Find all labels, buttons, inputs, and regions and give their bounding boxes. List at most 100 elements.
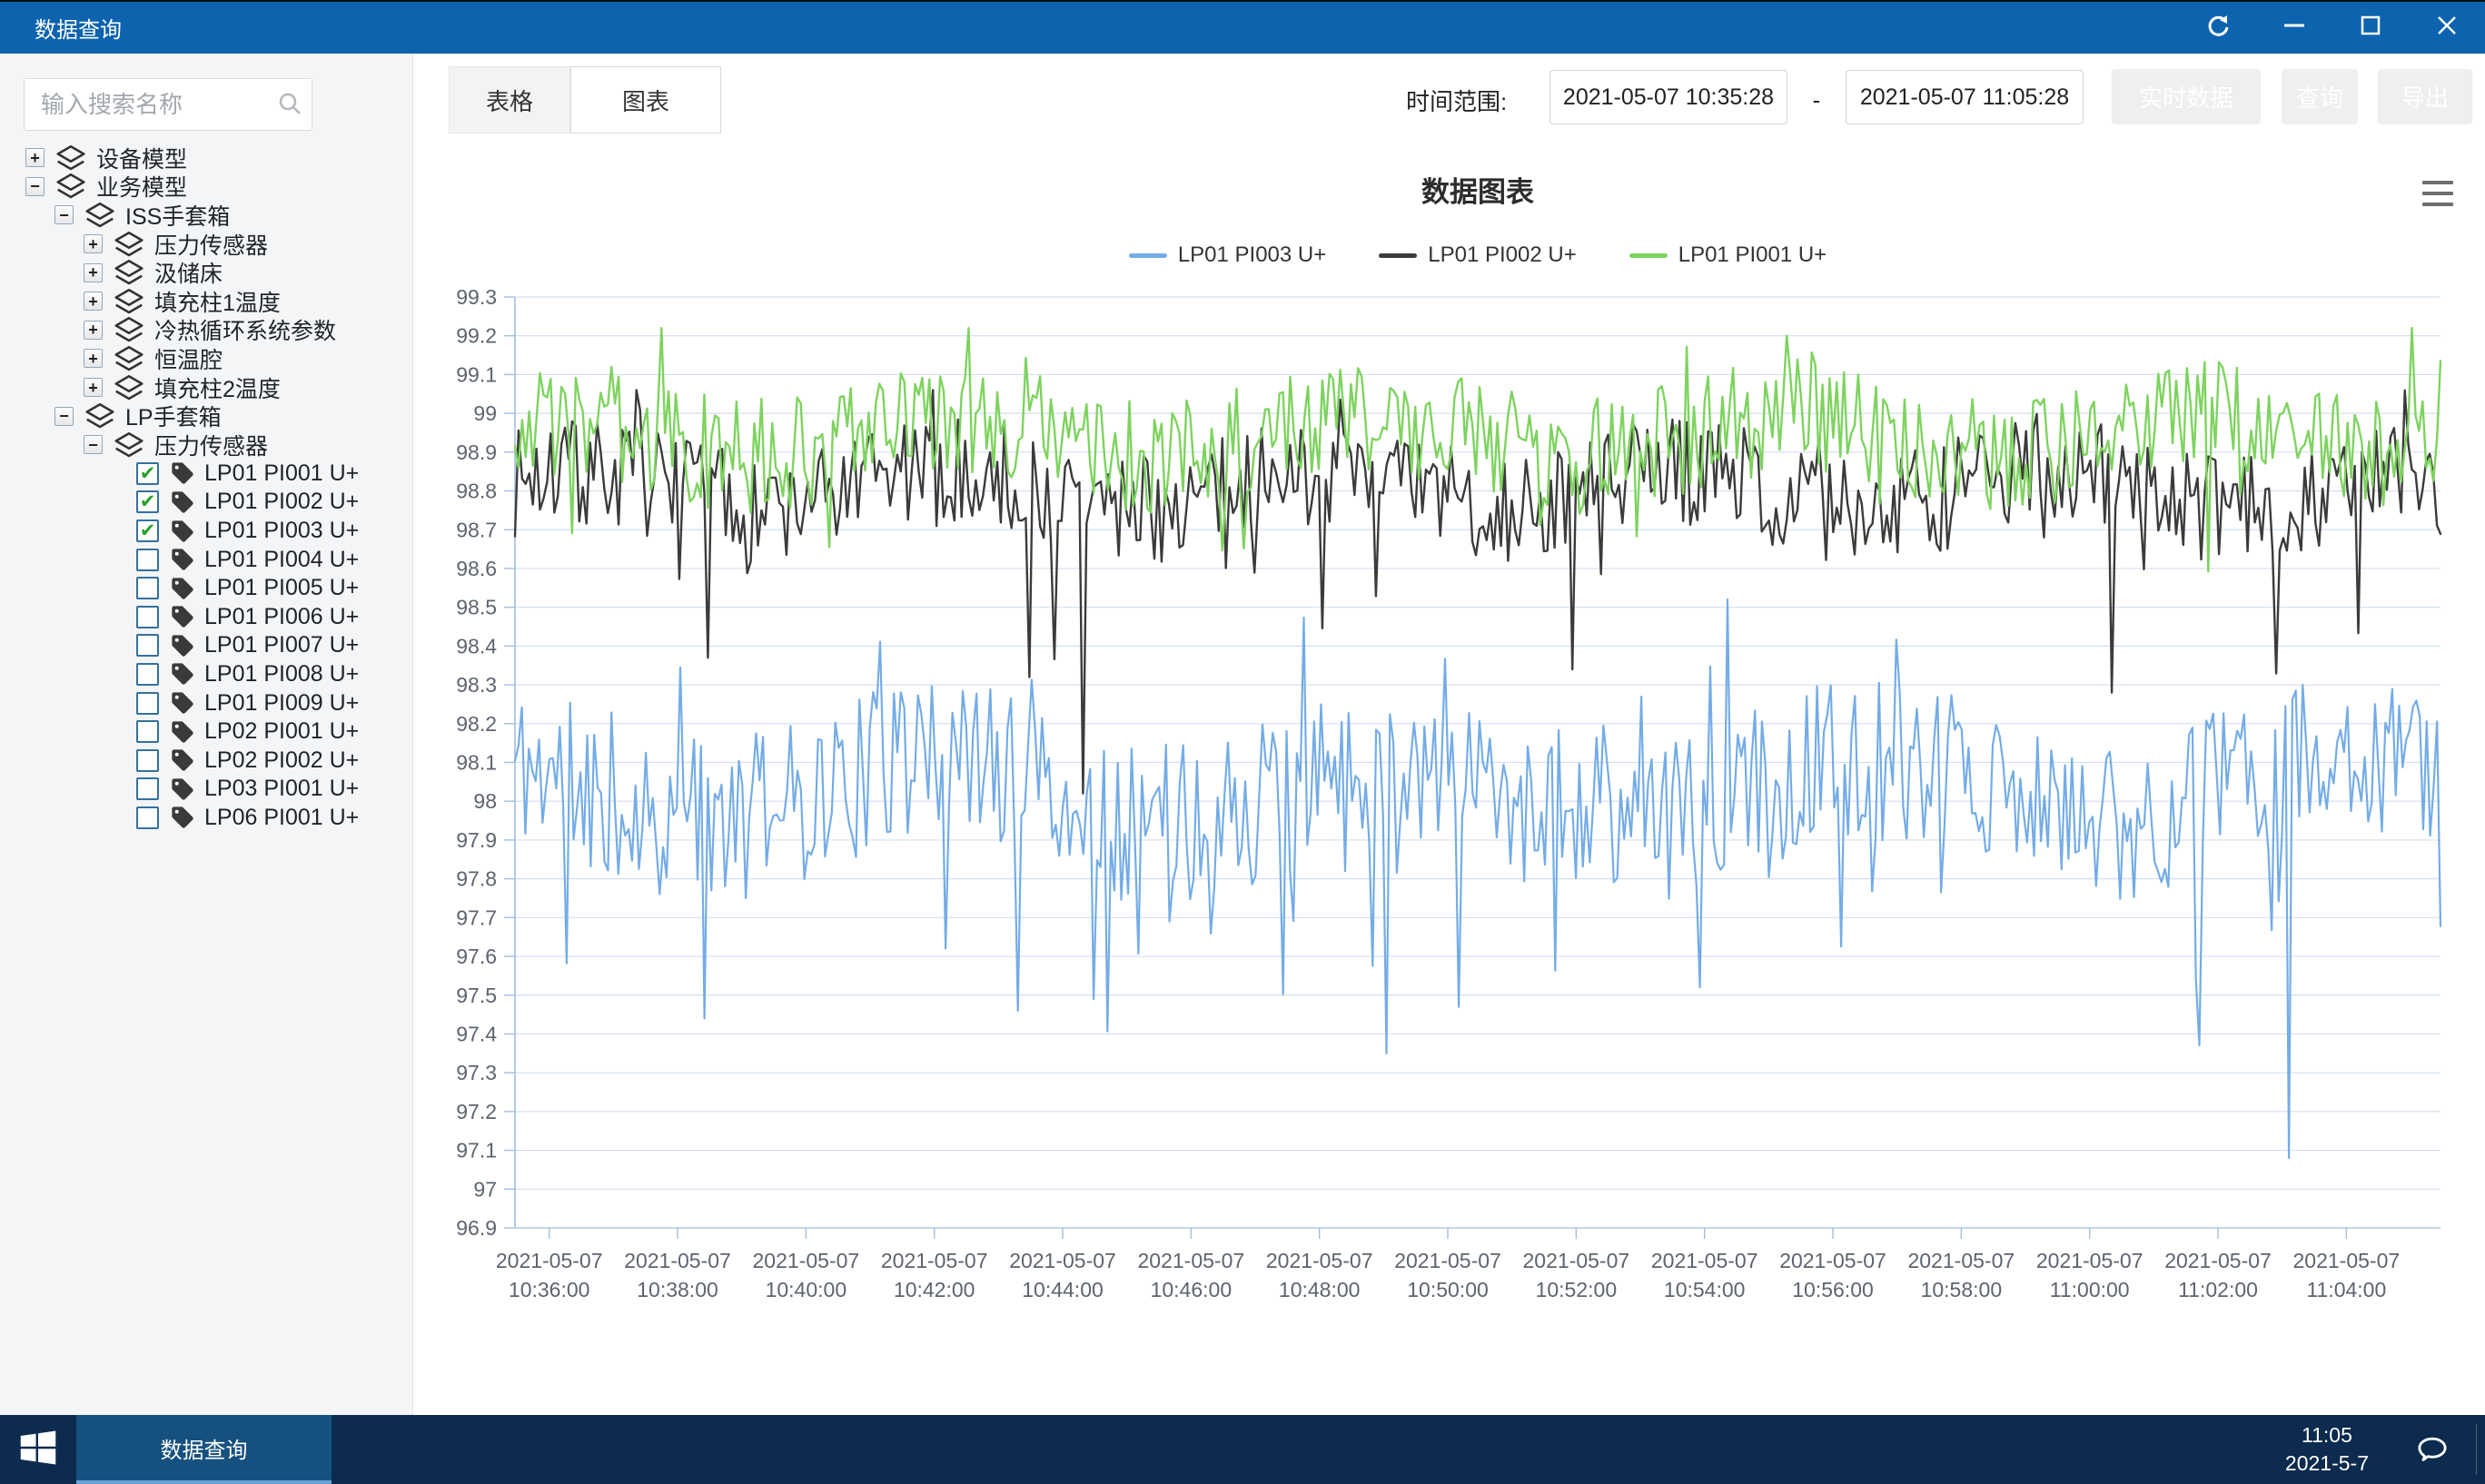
leaf-checkbox[interactable]: ✔ — [136, 490, 159, 513]
layers-icon — [113, 431, 145, 459]
tree-leaf-item[interactable]: LP02 PI002 U+ — [0, 746, 412, 775]
maximize-button[interactable] — [2345, 2, 2396, 54]
tree-branch-item[interactable]: −业务模型 — [0, 173, 412, 202]
tree-leaf-item[interactable]: ✔LP01 PI003 U+ — [0, 517, 412, 546]
maximize-icon — [2358, 13, 2383, 43]
expand-toggle-icon[interactable]: + — [84, 234, 103, 253]
tree-leaf-label: LP01 PI009 U+ — [204, 690, 359, 717]
leaf-checkbox[interactable] — [136, 606, 159, 628]
start-button[interactable] — [0, 1415, 76, 1484]
tree-branch-item[interactable]: −ISS手套箱 — [0, 201, 412, 230]
x-tick-label-time: 10:54:00 — [1664, 1278, 1746, 1301]
expand-toggle-icon[interactable]: + — [25, 148, 45, 167]
expand-toggle-icon[interactable]: + — [84, 321, 103, 340]
tree-leaf-item[interactable]: LP01 PI005 U+ — [0, 574, 412, 603]
leaf-checkbox[interactable] — [136, 749, 159, 772]
taskbar: 数据查询 11:05 2021-5-7 — [0, 1415, 2485, 1484]
search-icon[interactable] — [276, 90, 303, 122]
tree-branch-item[interactable]: −LP手套箱 — [0, 401, 412, 430]
expand-toggle-icon[interactable]: + — [84, 378, 103, 397]
x-tick-label-date: 2021-05-07 — [624, 1249, 731, 1272]
tree-branch-item[interactable]: + 冷热循环系统参数 — [0, 316, 412, 345]
sidebar: +设备模型−业务模型−ISS手套箱+压力传感器+汲储床+填充柱1温度+冷热循环系… — [0, 54, 413, 1415]
x-tick-label-date: 2021-05-07 — [1523, 1249, 1630, 1272]
leaf-checkbox[interactable] — [136, 720, 159, 743]
tree-leaf-item[interactable]: ✔LP01 PI002 U+ — [0, 488, 412, 517]
x-tick-label-date: 2021-05-07 — [753, 1249, 860, 1272]
close-button[interactable] — [2421, 2, 2472, 54]
search-box — [24, 78, 312, 131]
x-tick-label-date: 2021-05-07 — [1908, 1249, 2015, 1272]
leaf-checkbox[interactable] — [136, 663, 159, 686]
x-tick-label-date: 2021-05-07 — [1266, 1249, 1373, 1272]
y-tick-label: 98.3 — [456, 673, 497, 697]
leaf-checkbox[interactable] — [136, 806, 159, 829]
layers-icon — [113, 288, 145, 315]
expand-toggle-icon[interactable]: + — [84, 263, 103, 282]
leaf-checkbox[interactable] — [136, 777, 159, 800]
x-tick-label-date: 2021-05-07 — [1651, 1249, 1758, 1272]
tree-leaf-label: LP01 PI008 U+ — [204, 661, 359, 688]
tree-node-label: 冷热循环系统参数 — [154, 313, 336, 346]
tree-leaf-item[interactable]: LP01 PI004 U+ — [0, 545, 412, 574]
tree-leaf-item[interactable]: LP01 PI006 U+ — [0, 603, 412, 632]
tree-leaf-item[interactable]: LP01 PI008 U+ — [0, 660, 412, 689]
y-tick-label: 97.1 — [456, 1139, 497, 1162]
expand-toggle-icon[interactable]: + — [84, 349, 103, 368]
tree-leaf-item[interactable]: LP06 PI001 U+ — [0, 804, 412, 833]
tree-leaf-item[interactable]: LP01 PI007 U+ — [0, 631, 412, 660]
tree-leaf-label: LP01 PI007 U+ — [204, 632, 359, 658]
tree-branch-item[interactable]: +汲储床 — [0, 258, 412, 287]
tree-leaf-item[interactable]: ✔LP01 PI001 U+ — [0, 460, 412, 489]
collapse-toggle-icon[interactable]: − — [54, 205, 74, 224]
collapse-toggle-icon[interactable]: − — [54, 407, 74, 426]
collapse-toggle-icon[interactable]: − — [84, 435, 103, 454]
x-tick-label-time: 11:02:00 — [2178, 1278, 2258, 1301]
leaf-checkbox[interactable] — [136, 549, 159, 571]
window-titlebar: 数据查询 — [0, 0, 2485, 54]
tree-leaf-item[interactable]: LP03 PI001 U+ — [0, 775, 412, 804]
tree-leaf-label: LP06 PI001 U+ — [204, 805, 359, 831]
show-desktop-divider[interactable] — [2476, 1424, 2477, 1475]
window-controls — [2167, 2, 2472, 54]
search-input[interactable] — [24, 78, 312, 131]
tree-leaf-item[interactable]: LP02 PI001 U+ — [0, 717, 412, 747]
layers-icon — [113, 345, 145, 372]
leaf-checkbox[interactable] — [136, 634, 159, 657]
tree-branch-item[interactable]: − 压力传感器 — [0, 430, 412, 460]
leaf-checkbox[interactable]: ✔ — [136, 462, 159, 485]
y-tick-label: 99.2 — [456, 324, 497, 348]
tag-icon — [170, 633, 195, 658]
expand-toggle-icon[interactable]: + — [84, 292, 103, 311]
leaf-checkbox[interactable] — [136, 692, 159, 715]
tag-icon — [170, 805, 195, 830]
x-tick-label-date: 2021-05-07 — [1779, 1249, 1886, 1272]
layers-icon — [54, 173, 87, 200]
tree-branch-item[interactable]: +设备模型 — [0, 143, 412, 173]
tree-branch-item[interactable]: +填充柱2温度 — [0, 373, 412, 402]
collapse-toggle-icon[interactable]: − — [25, 177, 45, 196]
y-tick-label: 97.6 — [456, 945, 497, 968]
tree-node-label: 压力传感器 — [154, 429, 268, 461]
tag-icon — [170, 490, 195, 515]
layers-icon — [84, 202, 116, 229]
screen: 数据查询 — [0, 0, 2485, 1484]
tree-branch-item[interactable]: +压力传感器 — [0, 230, 412, 259]
y-tick-label: 99 — [473, 401, 497, 425]
minimize-button[interactable] — [2269, 2, 2320, 54]
tree-branch-item[interactable]: +填充柱1温度 — [0, 287, 412, 316]
y-tick-label: 99.3 — [456, 285, 497, 309]
tree-leaf-item[interactable]: LP01 PI009 U+ — [0, 688, 412, 717]
chat-bubble-icon[interactable] — [2416, 1435, 2449, 1469]
leaf-checkbox[interactable]: ✔ — [136, 519, 159, 542]
tree-branch-item[interactable]: +恒温腔 — [0, 344, 412, 373]
layers-icon — [113, 259, 145, 286]
taskbar-item-active[interactable]: 数据查询 — [76, 1415, 332, 1484]
y-tick-label: 98.1 — [456, 751, 497, 775]
taskbar-clock[interactable]: 11:05 2021-5-7 — [2285, 1415, 2369, 1484]
leaf-checkbox[interactable] — [136, 577, 159, 599]
x-tick-label-time: 11:04:00 — [2306, 1278, 2386, 1301]
x-tick-label-time: 10:56:00 — [1792, 1278, 1874, 1301]
refresh-button[interactable] — [2193, 2, 2243, 54]
tag-icon — [170, 661, 195, 687]
